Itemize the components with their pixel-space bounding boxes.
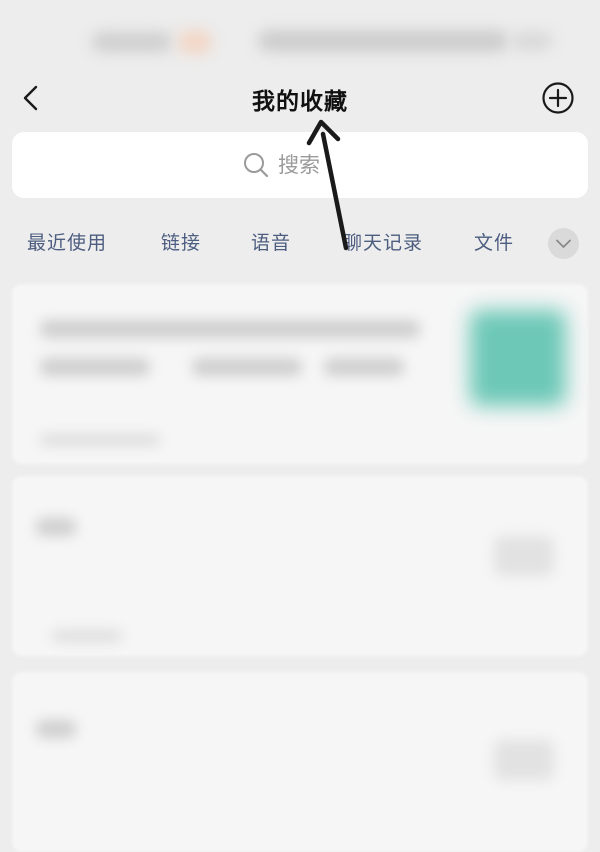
- chevron-down-icon: [556, 239, 571, 248]
- status-blur-left: [92, 32, 172, 52]
- blurred-meta: [52, 630, 122, 642]
- filter-tab-voice[interactable]: 语音: [251, 228, 291, 255]
- blurred-text: [40, 320, 420, 338]
- thumbnail-image: [470, 310, 566, 406]
- filter-tab-recent[interactable]: 最近使用: [27, 228, 107, 255]
- blurred-thumb: [494, 536, 554, 576]
- plus-circle-icon: [542, 82, 574, 114]
- search-input[interactable]: [278, 153, 358, 177]
- filter-tab-links[interactable]: 链接: [161, 228, 201, 255]
- blurred-text: [192, 358, 302, 376]
- list-item[interactable]: [12, 476, 588, 656]
- blurred-text: [40, 358, 150, 376]
- favorites-list: [0, 280, 600, 852]
- blurred-text: [36, 518, 76, 536]
- filter-tab-files[interactable]: 文件: [474, 228, 514, 255]
- blurred-text: [324, 358, 404, 376]
- filter-tab-chat-history[interactable]: 聊天记录: [343, 228, 423, 255]
- add-button[interactable]: [538, 78, 578, 118]
- list-item[interactable]: [12, 672, 588, 852]
- search-box[interactable]: [12, 132, 588, 198]
- search-inner: [12, 132, 588, 198]
- blurred-meta: [40, 434, 160, 446]
- list-item[interactable]: [12, 284, 588, 464]
- blurred-thumb: [494, 740, 554, 780]
- status-blur-right: [258, 30, 508, 52]
- page-title: 我的收藏: [252, 88, 348, 115]
- filter-tabs: 最近使用 链接 语音 聊天记录 文件: [0, 218, 600, 266]
- blurred-text: [36, 720, 76, 738]
- search-icon: [244, 153, 269, 178]
- expand-filters-button[interactable]: [548, 228, 579, 259]
- status-blur-dot: [178, 30, 212, 54]
- status-bar: [0, 0, 600, 72]
- navigation-bar: 我的收藏: [0, 72, 600, 124]
- status-blur-end: [512, 32, 552, 50]
